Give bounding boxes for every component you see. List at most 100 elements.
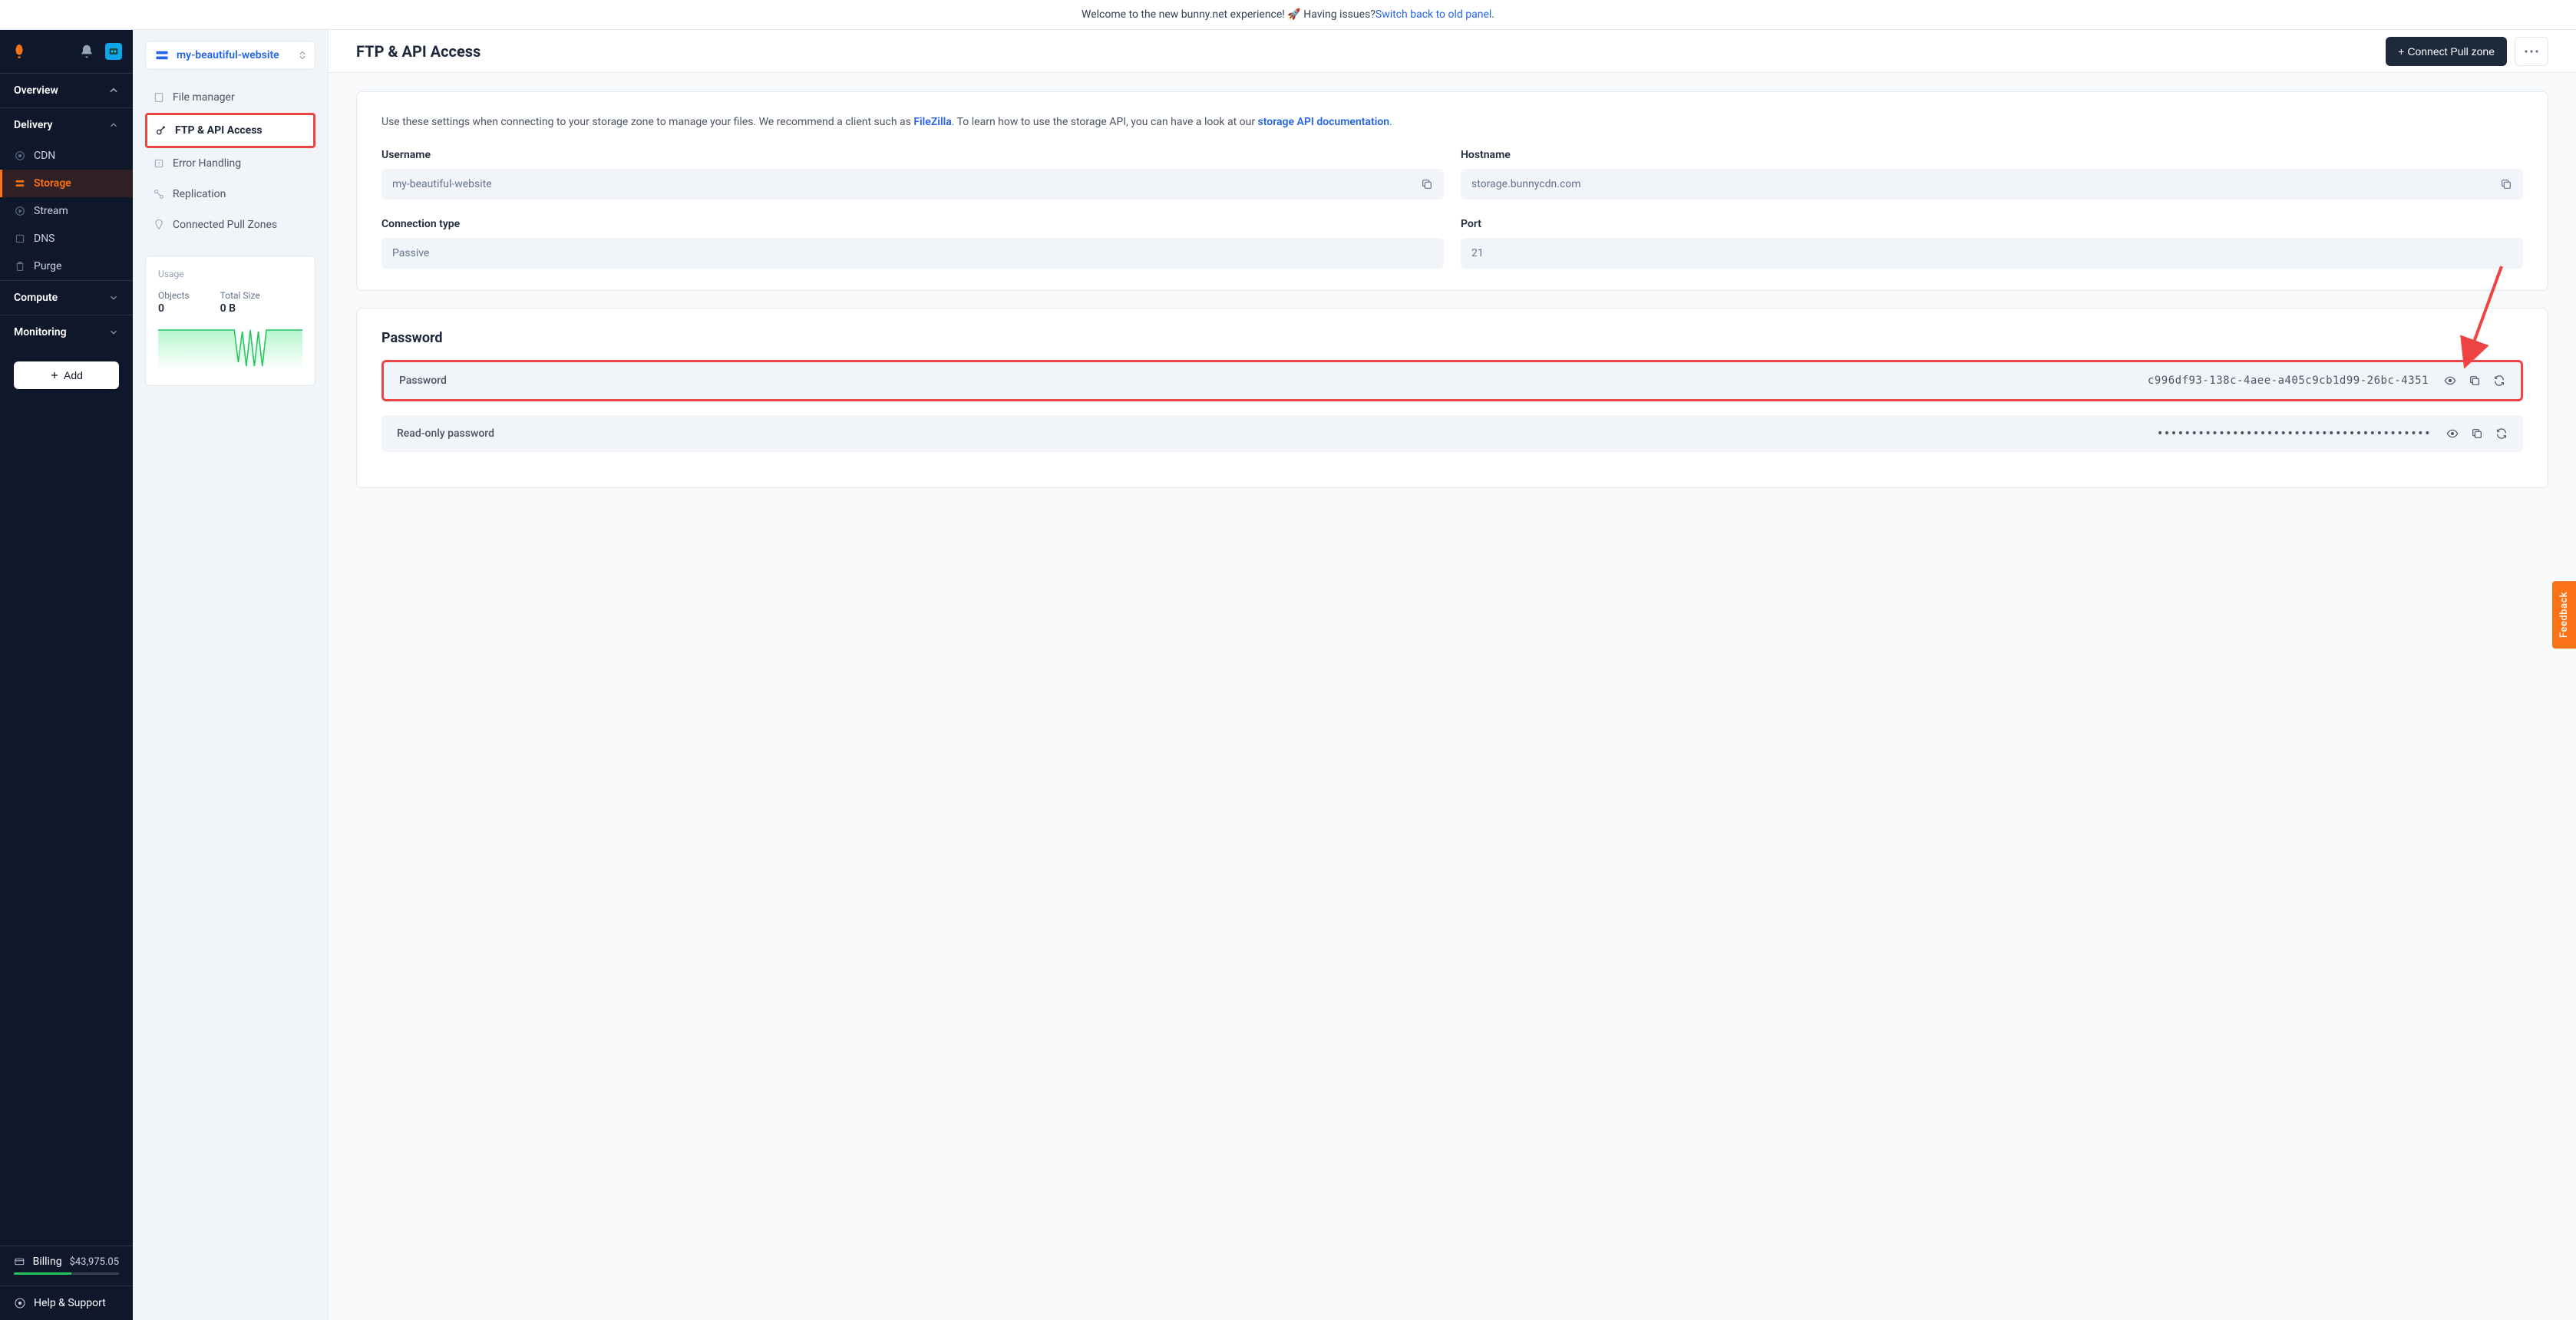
copy-icon[interactable]: [2471, 427, 2483, 440]
copy-icon[interactable]: [1421, 178, 1433, 190]
hostname-value: storage.bunnycdn.com: [1471, 178, 1581, 190]
subnav-file-manager[interactable]: File manager: [145, 82, 315, 113]
cdn-icon: [14, 150, 26, 162]
sidebar-overview-label: Overview: [14, 84, 58, 97]
hostname-label: Hostname: [1461, 149, 2523, 161]
sidebar-item-purge[interactable]: Purge: [0, 252, 133, 280]
help-label: Help & Support: [34, 1297, 106, 1309]
sidebar-section-delivery[interactable]: Delivery: [0, 108, 133, 142]
more-actions-button[interactable]: [2515, 37, 2548, 66]
password-value: c996df93-138c-4aee-a405c9cb1d99-26bc-435…: [2148, 375, 2429, 387]
username-value: my-beautiful-website: [392, 178, 492, 190]
usage-objects-value: 0: [158, 302, 190, 315]
sidebar-monitoring-label: Monitoring: [14, 326, 67, 338]
usage-size-label: Total Size: [220, 290, 260, 301]
eye-icon[interactable]: [2444, 375, 2456, 387]
sidebar-cdn-label: CDN: [34, 150, 55, 162]
ellipsis-icon: [2525, 50, 2538, 53]
sort-arrows-icon: [299, 51, 305, 60]
chevron-down-icon: [108, 292, 119, 303]
password-row: Password c996df93-138c-4aee-a405c9cb1d99…: [381, 360, 2523, 401]
sidebar-item-dns[interactable]: DNS: [0, 225, 133, 252]
plus-icon: [50, 371, 59, 380]
sidebar-top: [0, 30, 133, 73]
sidebar-compute-label: Compute: [14, 292, 58, 304]
notifications-icon[interactable]: [79, 44, 94, 59]
sidebar-item-storage[interactable]: Storage: [0, 170, 133, 197]
main-header: FTP & API Access + Connect Pull zone: [329, 30, 2576, 73]
add-button-label: Add: [64, 369, 83, 381]
subnav-ftp-api-label: FTP & API Access: [175, 124, 263, 137]
location-icon: [153, 219, 165, 231]
eye-icon[interactable]: [2446, 427, 2459, 440]
readonly-password-row: Read-only password •••••••••••••••••••••…: [381, 415, 2523, 452]
billing-label: Billing: [33, 1256, 62, 1268]
usage-sparkline: [158, 324, 302, 370]
zone-name: my-beautiful-website: [177, 49, 292, 61]
storage-zone-icon: [155, 50, 169, 61]
key-icon: [155, 124, 167, 137]
filezilla-link[interactable]: FileZilla: [913, 116, 951, 128]
help-icon: [14, 1297, 26, 1309]
sidebar-section-compute[interactable]: Compute: [0, 281, 133, 315]
help-support-link[interactable]: Help & Support: [0, 1285, 133, 1320]
subnav-error-handling-label: Error Handling: [173, 157, 241, 170]
zone-selector[interactable]: my-beautiful-website: [145, 41, 315, 70]
sidebar-item-cdn[interactable]: CDN: [0, 142, 133, 170]
usage-objects-label: Objects: [158, 290, 190, 301]
user-avatar[interactable]: [105, 43, 122, 60]
storage-icon: [14, 177, 26, 190]
usage-size: Total Size 0 B: [220, 290, 260, 315]
connection-type-field: Connection type Passive: [381, 218, 1444, 269]
welcome-banner: Welcome to the new bunny.net experience!…: [0, 0, 2576, 30]
subnav-connected-zones-label: Connected Pull Zones: [173, 219, 277, 231]
banner-text: Welcome to the new bunny.net experience!…: [1082, 8, 1376, 21]
bunny-logo-icon: [11, 43, 28, 60]
readonly-password-label: Read-only password: [397, 427, 494, 440]
add-button[interactable]: Add: [14, 361, 119, 389]
port-label: Port: [1461, 218, 2523, 230]
conn-type-value: Passive: [392, 247, 429, 259]
sidebar-delivery-label: Delivery: [14, 119, 53, 131]
switch-old-panel-link[interactable]: Switch back to old panel: [1376, 8, 1491, 21]
subnav-file-manager-label: File manager: [173, 91, 235, 104]
password-card: Password Password c996df93-138c-4aee-a40…: [356, 308, 2548, 488]
sidebar-section-overview[interactable]: Overview: [0, 74, 133, 107]
subnav-error-handling[interactable]: Error Handling: [145, 148, 315, 179]
password-label: Password: [399, 375, 447, 387]
readonly-password-value: ••••••••••••••••••••••••••••••••••••••••: [2157, 427, 2431, 440]
subnav-connected-pull-zones[interactable]: Connected Pull Zones: [145, 210, 315, 240]
feedback-tab[interactable]: Feedback: [2552, 581, 2576, 648]
sidebar-storage-label: Storage: [34, 177, 71, 190]
copy-icon[interactable]: [2469, 375, 2481, 387]
port-field: Port 21: [1461, 218, 2523, 269]
connect-pull-zone-button[interactable]: + Connect Pull zone: [2386, 37, 2507, 66]
billing-icon: [14, 1256, 25, 1268]
storage-subnav: my-beautiful-website File manager FTP & …: [133, 30, 329, 1320]
chevron-down-icon: [108, 327, 119, 338]
api-doc-link[interactable]: storage API documentation: [1258, 116, 1390, 128]
refresh-icon[interactable]: [2495, 427, 2508, 440]
sidebar-dns-label: DNS: [34, 233, 55, 245]
usage-objects: Objects 0: [158, 290, 190, 315]
sidebar-section-monitoring[interactable]: Monitoring: [0, 315, 133, 349]
sidebar-stream-label: Stream: [34, 205, 68, 217]
subnav-replication[interactable]: Replication: [145, 179, 315, 210]
hostname-value-box: storage.bunnycdn.com: [1461, 169, 2523, 200]
settings-intro: Use these settings when connecting to yo…: [381, 114, 2523, 130]
connection-settings-card: Use these settings when connecting to yo…: [356, 91, 2548, 291]
file-manager-icon: [153, 91, 165, 104]
conn-type-value-box: Passive: [381, 238, 1444, 269]
subnav-ftp-api-access[interactable]: FTP & API Access: [145, 113, 315, 148]
refresh-icon[interactable]: [2493, 375, 2505, 387]
chevron-up-icon: [108, 85, 119, 96]
sidebar-item-stream[interactable]: Stream: [0, 197, 133, 225]
dns-icon: [14, 233, 26, 245]
billing-row[interactable]: Billing $43,975.05: [0, 1246, 133, 1272]
copy-icon[interactable]: [2500, 178, 2512, 190]
username-label: Username: [381, 149, 1444, 161]
password-title: Password: [381, 330, 2523, 346]
hostname-field: Hostname storage.bunnycdn.com: [1461, 149, 2523, 200]
port-value-box: 21: [1461, 238, 2523, 269]
username-field: Username my-beautiful-website: [381, 149, 1444, 200]
